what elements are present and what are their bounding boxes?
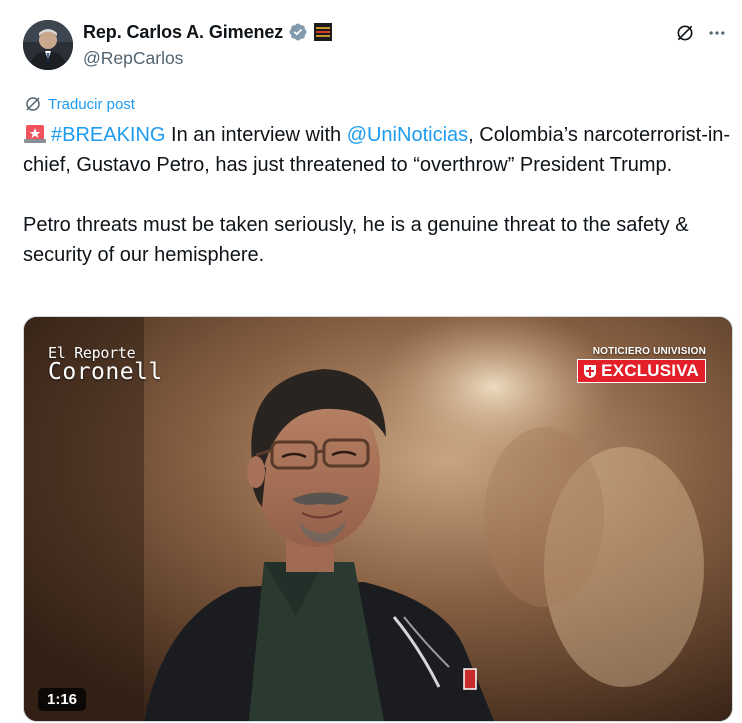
- avatar[interactable]: [23, 20, 73, 70]
- tweet-text-part-a: In an interview with: [165, 124, 347, 146]
- more-horizontal-icon[interactable]: [706, 22, 728, 44]
- network-name: NOTICIERO UNIVISION: [592, 346, 706, 357]
- univision-shield-icon: [584, 365, 597, 378]
- hashtag-link[interactable]: #BREAKING: [51, 124, 165, 146]
- program-logo-line-2: Coronell: [48, 359, 163, 385]
- exclusive-label: EXCLUSIVA: [601, 361, 699, 380]
- author-info: Rep. Carlos A. Gimenez @RepCarlos: [83, 20, 333, 69]
- government-affiliate-badge-icon[interactable]: [314, 23, 333, 41]
- tweet-paragraph-2: Petro threats must be taken seriously, h…: [23, 214, 695, 266]
- video-player[interactable]: El Reporte Coronell NOTICIERO UNIVISION …: [23, 316, 733, 722]
- video-duration: 1:16: [38, 688, 87, 711]
- translate-icon: [26, 97, 40, 111]
- program-logo: El Reporte Coronell: [48, 345, 163, 385]
- tweet-actions: [664, 22, 728, 44]
- verified-badge-icon[interactable]: [288, 22, 308, 42]
- handle[interactable]: @RepCarlos: [83, 48, 332, 69]
- siren-icon: [23, 122, 47, 144]
- translate-label[interactable]: Traducir post: [48, 96, 135, 113]
- tweet-card[interactable]: Rep. Carlos A. Gimenez @RepCarlos Traduc…: [0, 0, 742, 723]
- display-name[interactable]: Rep. Carlos A. Gimenez: [83, 22, 283, 43]
- tweet-text: #BREAKING In an interview with @UniNotic…: [23, 120, 735, 270]
- exclusive-badge: EXCLUSIVA: [577, 359, 706, 383]
- mention-link[interactable]: @UniNoticias: [347, 124, 468, 146]
- network-logo: NOTICIERO UNIVISION EXCLUSIVA: [577, 346, 706, 384]
- translate-post-link[interactable]: Traducir post: [24, 95, 135, 113]
- grok-icon[interactable]: [674, 22, 696, 44]
